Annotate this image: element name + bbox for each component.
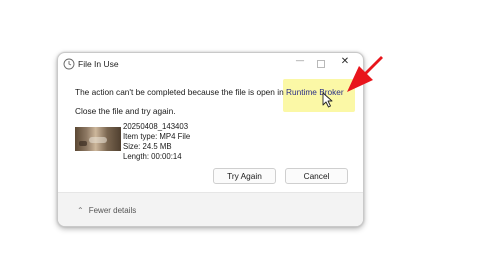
dialog-footer: ⌃ Fewer details (58, 192, 363, 226)
chevron-up-icon: ⌃ (77, 206, 84, 215)
clock-icon (63, 58, 75, 70)
maximize-icon (317, 60, 325, 68)
maximize-button[interactable] (310, 57, 332, 71)
fewer-details-label: Fewer details (88, 206, 137, 215)
file-details: 20250408_143403 Item type: MP4 File Size… (123, 122, 190, 162)
file-type: Item type: MP4 File (123, 132, 191, 141)
instruction-text: Close the file and try again. (75, 106, 176, 116)
fewer-details-toggle[interactable]: ⌃ Fewer details (77, 206, 136, 215)
file-length: Length: 00:00:14 (123, 152, 182, 161)
error-message: The action can't be completed because th… (75, 87, 284, 97)
file-name: 20250408_143403 (123, 122, 189, 131)
red-arrow-icon (347, 56, 383, 92)
dialog-title: File In Use (78, 59, 119, 69)
minimize-button[interactable]: — (289, 56, 311, 70)
title-bar[interactable]: File In Use — ✕ (58, 53, 363, 77)
process-name: Runtime Broker (286, 87, 344, 97)
video-thumbnail (75, 127, 121, 151)
mouse-pointer-icon (322, 92, 333, 108)
minimize-icon: — (295, 56, 305, 66)
try-again-button[interactable]: Try Again (213, 168, 276, 184)
file-size: Size: 24.5 MB (123, 142, 172, 151)
file-in-use-dialog: File In Use — ✕ The action can't be comp… (57, 52, 364, 227)
cancel-button[interactable]: Cancel (285, 168, 348, 184)
